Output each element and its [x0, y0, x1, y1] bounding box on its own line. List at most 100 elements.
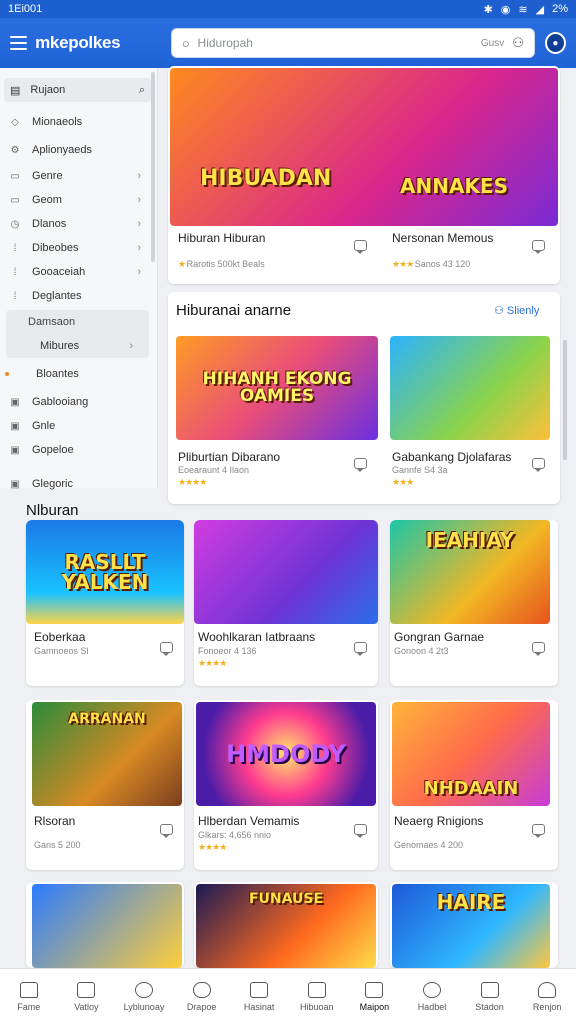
- sidebar-item[interactable]: ◇ Mionaeols: [0, 110, 157, 134]
- voice-icon[interactable]: ⚇: [512, 35, 524, 51]
- game-card[interactable]: RASLLT YALKEN Eoberkaa Gamnoeos Sl: [26, 520, 184, 686]
- thumb-art: HAIRE: [436, 890, 506, 914]
- bluetooth-icon: ✱: [483, 3, 493, 16]
- game-thumbnail[interactable]: [32, 884, 182, 968]
- comment-icon[interactable]: [160, 642, 173, 656]
- chevron-right-icon: ›: [137, 266, 141, 278]
- featured-banner[interactable]: HIBUADAN ANNAKES: [170, 68, 558, 226]
- comment-icon[interactable]: [532, 240, 545, 254]
- nav-item-renjon[interactable]: Renjon: [518, 969, 576, 1024]
- sidebar-item[interactable]: ▭ Geom ›: [0, 188, 157, 212]
- thumb-art: RASLLT YALKEN: [61, 550, 149, 594]
- card-title[interactable]: Neaerg Rnigions: [394, 814, 483, 828]
- sidebar-item[interactable]: ⁞ Dibeobes ›: [0, 236, 157, 260]
- game-card[interactable]: IEAHIAY Gongran Garnae Gonoon 4 2t3: [390, 520, 558, 686]
- search-icon: ⌕: [138, 83, 145, 96]
- bottom-nav: Fame Vatloy Lyblunoay Drapoe Hasinat Hib…: [0, 968, 576, 1024]
- card-title[interactable]: Pliburtian Dibarano: [178, 450, 280, 464]
- comment-icon[interactable]: [354, 458, 367, 472]
- game-thumbnail[interactable]: HAIRE: [392, 884, 550, 968]
- game-card[interactable]: FUNAUSE: [194, 882, 378, 968]
- card-title[interactable]: Rlsoran: [34, 814, 75, 828]
- tag-icon: ◇: [11, 116, 19, 128]
- nav-item-fame[interactable]: Fame: [0, 969, 58, 1024]
- sidebar-item[interactable]: ⁞ Deglantes: [0, 284, 157, 308]
- game-card[interactable]: HAIRE: [390, 882, 558, 968]
- menu-icon[interactable]: [10, 36, 28, 50]
- sidebar-item[interactable]: Bloantes: [0, 362, 157, 386]
- thumb-art: NHDAAIN: [423, 778, 519, 799]
- sidebar-item[interactable]: ▭ Genre ›: [0, 164, 157, 188]
- card-meta: Gonoon 4 2t3: [394, 646, 449, 656]
- nav-item-lyblunoay[interactable]: Lyblunoay: [115, 969, 173, 1024]
- battery-label: 2%: [552, 2, 568, 15]
- nav-item-hasinat[interactable]: Hasinat: [230, 969, 288, 1024]
- comment-icon[interactable]: [354, 642, 367, 656]
- search-icon: ○: [181, 35, 190, 51]
- sidebar-search-label: Rujaon: [30, 84, 66, 96]
- comment-icon[interactable]: [532, 458, 545, 472]
- comment-icon[interactable]: [532, 824, 545, 838]
- game-thumbnail[interactable]: FUNAUSE: [196, 884, 376, 968]
- rating-stars: ★★★★: [178, 477, 207, 487]
- game-thumbnail[interactable]: RASLLT YALKEN: [26, 520, 184, 624]
- thumb-art: IEAHIAY: [425, 528, 515, 552]
- game-card[interactable]: [26, 882, 184, 968]
- chevron-right-icon: ›: [137, 242, 141, 254]
- sidebar-search[interactable]: ▤ Rujaon ⌕: [4, 78, 151, 102]
- game-card[interactable]: HMDODY Hlberdan Vemamis Glkars: 4,656 nn…: [194, 700, 378, 870]
- main-scrollbar[interactable]: [563, 340, 567, 460]
- section-title: Nlburan: [26, 502, 79, 519]
- card-meta: Gannfe S4 3a: [392, 465, 448, 475]
- nav-item-drapoe[interactable]: Drapoe: [173, 969, 231, 1024]
- card-title[interactable]: Gongran Garnae: [394, 630, 484, 644]
- search-right-label: Gusv: [480, 37, 505, 49]
- comment-icon[interactable]: [532, 642, 545, 656]
- sidebar-item[interactable]: ◷ Dlanos ›: [0, 212, 157, 236]
- grid-icon: ▣: [10, 396, 20, 408]
- game-thumbnail[interactable]: HMDODY: [196, 702, 376, 806]
- avatar[interactable]: ●: [544, 32, 566, 54]
- card-title[interactable]: Hiburan Hiburan: [178, 231, 265, 245]
- nav-item-maipon[interactable]: Maipon: [346, 969, 404, 1024]
- card-title[interactable]: Woohlkaran Iatbraans: [198, 630, 315, 644]
- sidebar-item[interactable]: ▣ Glegoric: [0, 472, 157, 496]
- section-title: Hiburanai anarne: [176, 302, 292, 319]
- card-title[interactable]: Gabankang Djolafaras: [392, 450, 511, 464]
- sidebar-item-mibures[interactable]: Mibures ›: [6, 334, 149, 358]
- game-thumbnail[interactable]: [194, 520, 378, 624]
- game-thumbnail[interactable]: HIHANH EKONG OAMIES: [176, 336, 378, 440]
- card-title[interactable]: Nersonan Memous: [392, 231, 493, 245]
- sidebar-item[interactable]: ⚙ Aplionyaeds: [0, 138, 157, 162]
- nav-item-hibuoan[interactable]: Hibuoan: [288, 969, 346, 1024]
- featured-card[interactable]: HIBUADAN ANNAKES Hiburan Hiburan ★ Rarot…: [168, 66, 560, 284]
- card-title[interactable]: Hlberdan Vemamis: [198, 814, 299, 828]
- sidebar-item[interactable]: ⁞ Gooaceiah ›: [0, 260, 157, 284]
- sidebar-item[interactable]: ▣ Gopeloe: [0, 438, 157, 462]
- sidebar-item[interactable]: ▣ Gablooiang: [0, 390, 157, 414]
- sidebar-item[interactable]: ▣ Gnle: [0, 414, 157, 438]
- grid-icon: ▭: [10, 194, 20, 206]
- rating-stars: ★★★: [392, 259, 415, 269]
- show-all-link[interactable]: ⚇ Slienly: [494, 304, 539, 317]
- app-logo[interactable]: mkepolkes: [35, 33, 159, 53]
- game-card[interactable]: Woohlkaran Iatbraans Fonoeor 4 136 ★★★★: [194, 520, 378, 686]
- nav-item-vatloy[interactable]: Vatloy: [58, 969, 116, 1024]
- nav-item-hadbel[interactable]: Hadbel: [403, 969, 461, 1024]
- game-card[interactable]: ARRANAN Rlsoran Gans 5 200: [26, 700, 184, 870]
- square-icon: [77, 981, 96, 998]
- card-title[interactable]: Eoberkaa: [34, 630, 85, 644]
- chevron-right-icon: ›: [137, 218, 141, 230]
- game-thumbnail[interactable]: [390, 336, 550, 440]
- nav-item-stadon[interactable]: Stadon: [461, 969, 519, 1024]
- grid-icon: ▣: [10, 420, 20, 432]
- comment-icon[interactable]: [160, 824, 173, 838]
- game-card[interactable]: NHDAAIN Neaerg Rnigions Genomaes 4 200: [390, 700, 558, 870]
- game-thumbnail[interactable]: ARRANAN: [32, 702, 182, 806]
- game-thumbnail[interactable]: NHDAAIN: [392, 702, 550, 806]
- comment-icon[interactable]: [354, 824, 367, 838]
- search-input[interactable]: ○ Hiduropah Gusv ⚇: [170, 28, 535, 58]
- comment-icon[interactable]: [354, 240, 367, 254]
- book-icon: [250, 981, 269, 998]
- game-thumbnail[interactable]: IEAHIAY: [390, 520, 550, 624]
